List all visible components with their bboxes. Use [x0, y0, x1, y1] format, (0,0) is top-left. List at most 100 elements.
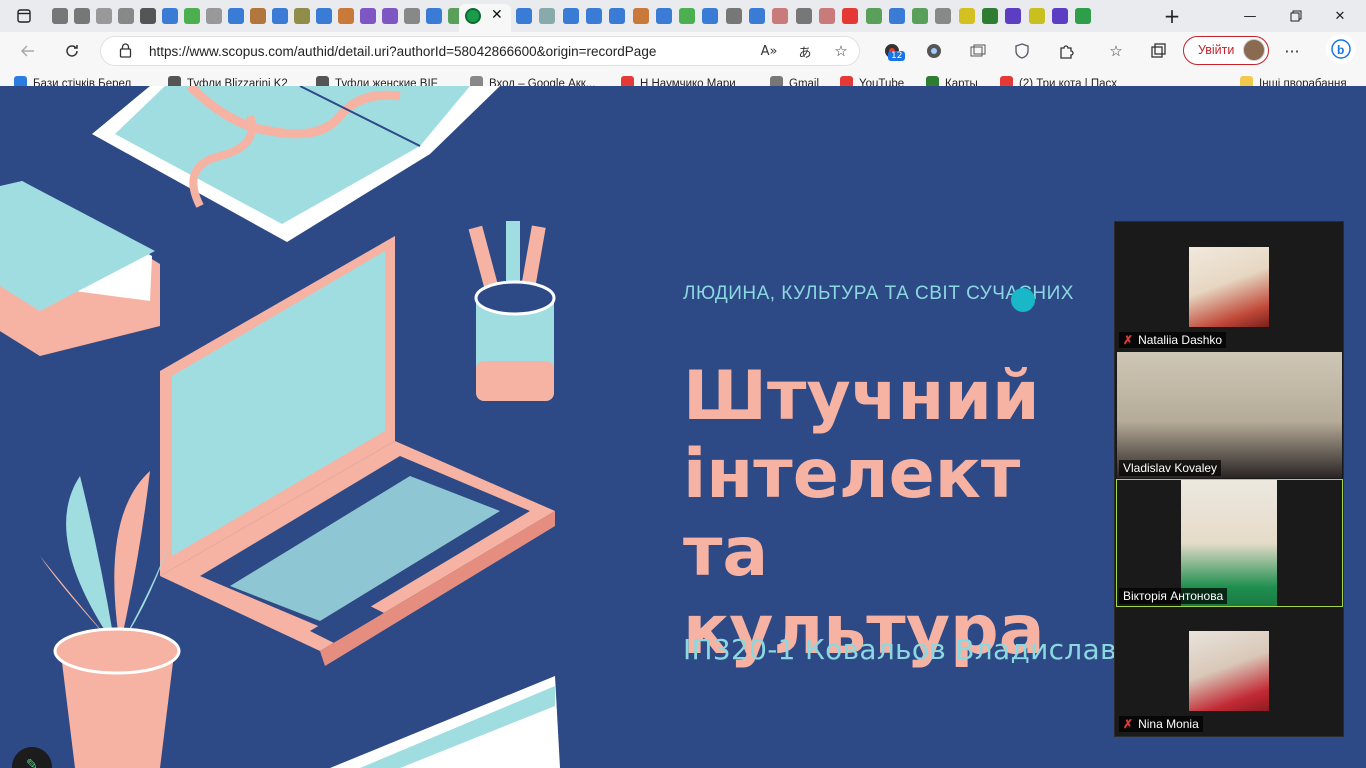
translate-icon[interactable]: あ [793, 39, 817, 63]
bookmark-icon [168, 76, 181, 86]
read-aloud-icon[interactable]: A» [757, 39, 781, 63]
tab-favicon-icon[interactable] [912, 8, 929, 24]
tab-favicon-icon[interactable] [404, 8, 420, 24]
minimize-icon[interactable]: — [1238, 4, 1262, 28]
tab-strip: ✕ + — ✕ [0, 0, 1366, 32]
tab-favicon-icon[interactable] [316, 8, 332, 24]
tab-actions-icon[interactable] [12, 4, 36, 28]
bookmark-item[interactable]: Вход – Google Акк... [470, 76, 595, 86]
refresh-icon[interactable] [60, 39, 84, 63]
bookmark-item[interactable]: Gmail [770, 76, 819, 86]
tab-favicon-icon[interactable] [162, 8, 178, 24]
arrow-left-icon[interactable] [16, 39, 40, 63]
participant-name: ✗ Nataliia Dashko [1119, 332, 1227, 348]
slide-title: Штучний інтелект та культура [683, 357, 1045, 670]
map-illustration [92, 86, 500, 242]
participant-tile-nina[interactable]: ✗ Nina Monia [1117, 608, 1342, 734]
tab-favicon-icon[interactable] [935, 8, 952, 24]
close-tab-icon[interactable]: ✕ [491, 7, 503, 23]
tab-favicon-icon[interactable] [1005, 8, 1022, 24]
participant-tile-nataliia[interactable]: ✗ Nataliia Dashko [1117, 224, 1342, 350]
bookmark-item[interactable]: YouTube [840, 76, 904, 86]
add-favorite-icon[interactable]: ☆ [829, 39, 853, 63]
tab-favicon-icon[interactable] [539, 8, 556, 24]
bing-copilot-icon[interactable]: b [1326, 34, 1356, 64]
extensions-puzzle-icon[interactable] [1054, 39, 1078, 63]
folder-icon [1240, 76, 1253, 86]
tab-favicon-icon[interactable] [702, 8, 719, 24]
bookmark-icon [316, 76, 329, 86]
tab-favicon-icon[interactable] [382, 8, 398, 24]
tab-collections-icon[interactable] [1146, 39, 1170, 63]
bookmark-item[interactable]: Туфли Blizzarini K2 [168, 76, 288, 86]
favorites-icon[interactable]: ☆ [1104, 39, 1128, 63]
tab-favicon-icon[interactable] [228, 8, 244, 24]
tab-favicon-icon[interactable] [140, 8, 156, 24]
pen-icon: ✎ [26, 757, 38, 768]
lock-icon [119, 43, 132, 62]
bookmark-item[interactable]: Туфли женские BIF [316, 76, 438, 86]
tab-favicon-icon[interactable] [96, 8, 112, 24]
more-icon[interactable]: ··· [1280, 39, 1304, 63]
tab-favicon-icon[interactable] [516, 8, 532, 24]
avatar [1243, 39, 1265, 61]
tab-favicon-icon[interactable] [888, 8, 905, 24]
tab-favicon-icon[interactable] [1028, 8, 1045, 24]
bookmark-item[interactable]: Н Наумчико Мари [621, 76, 736, 86]
tab-favicon-icon[interactable] [426, 8, 442, 24]
address-bar: https://www.scopus.com/authid/detail.uri… [0, 32, 1366, 70]
bookmark-icon [14, 76, 27, 86]
restore-icon[interactable] [1284, 4, 1308, 28]
url-field[interactable]: https://www.scopus.com/authid/detail.uri… [100, 36, 860, 66]
tab-favicon-icon[interactable] [272, 8, 288, 24]
shield-icon[interactable] [1010, 39, 1034, 63]
active-tab[interactable]: ✕ [459, 4, 511, 32]
tab-favicon-icon[interactable] [1051, 8, 1068, 24]
tab-favicon-icon[interactable] [338, 8, 354, 24]
participant-tile-vladislav[interactable]: Vladislav Kovaley [1117, 352, 1342, 478]
tab-favicon-icon[interactable] [206, 8, 222, 24]
pencil-cup-illustration [468, 221, 556, 401]
other-bookmarks[interactable]: Інші пворабання [1240, 76, 1347, 86]
tab-favicon-icon[interactable] [74, 8, 90, 24]
tab-favicon-icon[interactable] [609, 8, 626, 24]
new-tab-icon[interactable]: + [1160, 4, 1184, 28]
bookmark-item[interactable]: Бази стічків Берел [14, 76, 131, 86]
tab-favicon-icon[interactable] [250, 8, 266, 24]
bookmark-item[interactable]: Карты [926, 76, 978, 86]
tab-favicon-icon[interactable] [294, 8, 310, 24]
tab-favicon-icon[interactable] [655, 8, 672, 24]
tab-favicon-icon[interactable] [585, 8, 602, 24]
tab-favicon-icon[interactable] [679, 8, 696, 24]
slide-author: ІП320-1 Ковальов Владислав [683, 633, 1117, 666]
participant-tile-viktoriia[interactable]: Вікторія Антонова [1116, 479, 1343, 607]
tab-favicon-icon[interactable] [725, 8, 742, 24]
tab-favicon-icon[interactable] [749, 8, 765, 24]
tab-favicon-icon[interactable] [632, 8, 649, 24]
tab-favicon-icon[interactable] [772, 8, 789, 24]
tab-favicon-icon[interactable] [958, 8, 975, 24]
vpn-icon[interactable] [922, 39, 946, 63]
bookmark-item[interactable]: (2) Три кота | Пасх [1000, 76, 1117, 86]
tab-favicon-icon[interactable] [795, 8, 812, 24]
close-window-icon[interactable]: ✕ [1328, 4, 1352, 28]
collections-icon[interactable] [966, 39, 990, 63]
tab-favicon-icon[interactable] [562, 8, 579, 24]
tab-favicon-icon[interactable] [52, 8, 68, 24]
mic-muted-icon: ✗ [1123, 717, 1134, 731]
tab-favicon-icon[interactable] [818, 8, 835, 24]
bookmark-icon [926, 76, 939, 86]
bookmark-icon [840, 76, 853, 86]
extension-badge: 12 [888, 51, 906, 61]
tab-favicon-icon[interactable] [118, 8, 134, 24]
tab-favicon-icon[interactable] [865, 8, 882, 24]
tab-favicon-icon[interactable] [184, 8, 200, 24]
tab-favicon-icon[interactable] [1075, 8, 1092, 24]
tab-favicon-icon[interactable] [842, 8, 859, 24]
tab-favicon-icon[interactable] [360, 8, 376, 24]
signin-button[interactable]: Увійти [1183, 36, 1269, 65]
signin-label: Увійти [1198, 43, 1235, 57]
tab-favicon-icon[interactable] [982, 8, 998, 24]
extension-icon[interactable]: 12 [880, 39, 906, 63]
mic-muted-icon: ✗ [1123, 333, 1134, 347]
